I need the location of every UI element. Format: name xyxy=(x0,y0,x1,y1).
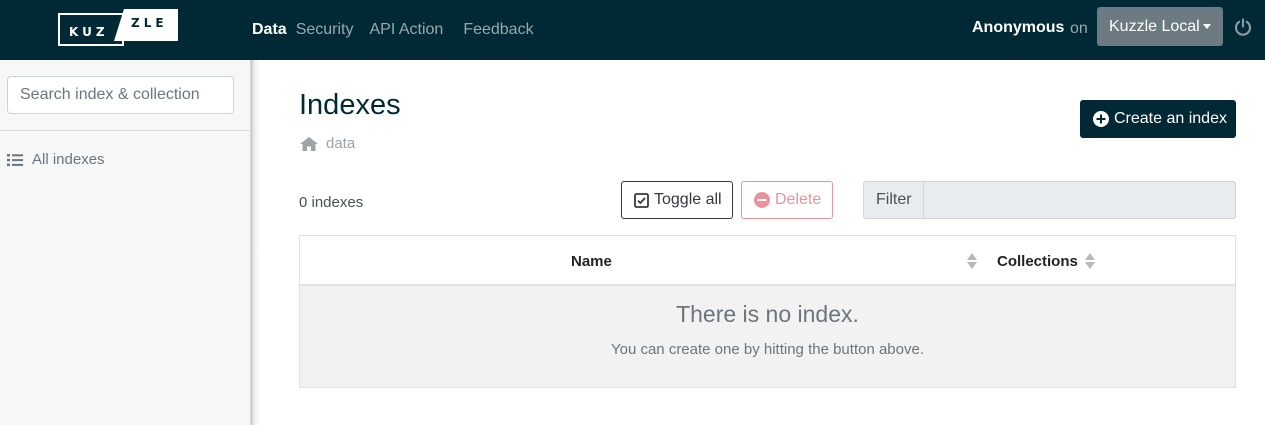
column-header-name[interactable]: Name xyxy=(571,253,612,270)
sidebar-item-all-indexes[interactable]: All indexes xyxy=(7,151,105,168)
index-count: 0 indexes xyxy=(299,194,364,211)
search-input[interactable] xyxy=(7,76,234,114)
delete-label: Delete xyxy=(775,191,822,208)
environment-label: Kuzzle Local xyxy=(1109,17,1200,35)
delete-button[interactable]: Delete xyxy=(741,181,833,219)
sort-icon[interactable] xyxy=(1085,252,1095,270)
column-header-collections[interactable]: Collections xyxy=(997,253,1078,270)
list-icon xyxy=(7,153,23,166)
breadcrumb-item-data[interactable]: data xyxy=(326,135,355,152)
power-icon[interactable] xyxy=(1234,18,1252,36)
all-indexes-label: All indexes xyxy=(32,151,105,168)
create-index-button[interactable]: Create an index xyxy=(1080,100,1236,138)
toggle-all-label: Toggle all xyxy=(654,191,722,208)
filter-label: Filter xyxy=(863,181,924,219)
plus-circle-icon xyxy=(1093,111,1109,127)
filter-input[interactable] xyxy=(924,181,1236,219)
caret-down-icon xyxy=(1203,24,1211,29)
nav-item-security[interactable]: Security xyxy=(296,21,354,39)
page-title: Indexes xyxy=(299,89,401,121)
logo-text-left: KUZ xyxy=(69,25,109,39)
sort-icon[interactable] xyxy=(967,252,977,270)
home-icon[interactable] xyxy=(300,136,318,151)
main-nav: Data Security API Action Feedback xyxy=(252,0,534,60)
empty-state-subtitle: You can create one by hitting the button… xyxy=(610,341,924,358)
breadcrumb: data xyxy=(300,135,355,152)
environment-dropdown[interactable]: Kuzzle Local xyxy=(1097,7,1223,46)
create-index-label: Create an index xyxy=(1114,110,1227,127)
filter-group: Filter xyxy=(863,181,1236,219)
nav-item-data[interactable]: Data xyxy=(252,21,287,39)
kuzzle-logo[interactable]: KUZ ZLE xyxy=(58,9,178,48)
indexes-table: Name Collections There is no index. You … xyxy=(299,235,1236,388)
toggle-all-button[interactable]: Toggle all xyxy=(621,181,733,219)
nav-item-feedback[interactable]: Feedback xyxy=(463,21,533,39)
logo-text-right: ZLE xyxy=(131,16,168,30)
empty-state-title: There is no index. xyxy=(676,301,859,327)
empty-state: There is no index. You can create one by… xyxy=(300,286,1235,387)
user-name: Anonymous xyxy=(972,19,1065,36)
checkbox-checked-icon xyxy=(634,192,649,208)
on-label: on xyxy=(1070,20,1088,37)
nav-item-api-action[interactable]: API Action xyxy=(369,21,443,39)
top-navbar: KUZ ZLE Data Security API Action Feedbac… xyxy=(0,0,1265,60)
table-header: Name Collections xyxy=(300,236,1235,286)
sidebar-divider xyxy=(0,130,250,131)
sidebar: All indexes xyxy=(0,60,251,425)
sidebar-resize-handle[interactable] xyxy=(251,60,260,425)
minus-circle-icon xyxy=(754,192,770,208)
